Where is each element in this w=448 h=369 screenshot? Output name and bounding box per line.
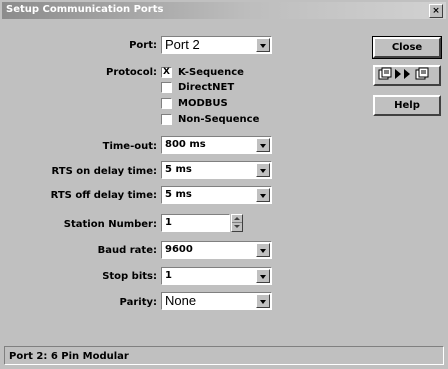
timeout-select-value: 800 ms [165,139,206,150]
chevron-down-icon[interactable] [256,188,270,202]
station-number-spinner[interactable] [231,214,243,232]
help-button[interactable]: Help [373,95,441,116]
rts-off-delay-value: 5 ms [165,189,192,200]
rts-off-delay-label: RTS off delay time: [50,190,157,201]
rts-on-delay-label: RTS on delay time: [51,166,157,177]
timeout-label: Time-out: [102,141,157,152]
port-select-value: Port 2 [165,37,200,52]
timeout-select[interactable]: 800 ms [161,136,272,154]
station-number-label: Station Number: [63,219,157,230]
protocol-label: Protocol: [105,67,157,78]
checkbox-directnet[interactable] [161,82,172,93]
stop-bits-select[interactable]: 1 [161,267,272,285]
chevron-down-icon[interactable] [256,163,270,177]
close-window-icon[interactable]: × [429,4,443,18]
setup-communication-ports-dialog: Setup Communication Ports × Port: Port 2… [0,0,448,369]
rts-on-delay-value: 5 ms [165,164,192,175]
station-number-input[interactable]: 1 [161,214,230,232]
chevron-down-icon[interactable] [256,38,270,52]
close-button[interactable]: Close [372,36,442,59]
copy-settings-button[interactable] [373,65,441,86]
window-title: Setup Communication Ports [6,4,164,15]
title-bar: Setup Communication Ports × [2,2,446,19]
chevron-down-icon[interactable] [256,294,270,308]
rts-off-delay-select[interactable]: 5 ms [161,186,272,204]
copy-port-icon [378,67,429,80]
chevron-down-icon[interactable] [256,138,270,152]
checkbox-non-sequence-label: Non-Sequence [178,114,260,125]
rts-on-delay-select[interactable]: 5 ms [161,161,272,179]
chevron-down-icon[interactable] [256,269,270,283]
checkbox-modbus[interactable] [161,98,172,109]
port-select[interactable]: Port 2 [161,36,272,54]
chevron-down-icon[interactable] [256,243,270,257]
checkbox-k-sequence[interactable]: X [161,67,172,78]
station-number-value: 1 [165,217,172,228]
arrow-down-icon[interactable] [234,225,240,228]
parity-select[interactable]: None [161,292,272,310]
status-text: Port 2: 6 Pin Modular [9,351,129,362]
baud-rate-select[interactable]: 9600 [161,241,272,259]
stop-bits-label: Stop bits: [102,271,157,282]
stop-bits-value: 1 [165,270,172,281]
port-label: Port: [129,40,157,51]
parity-label: Parity: [119,297,157,308]
arrow-up-icon[interactable] [234,217,240,220]
checkbox-k-sequence-label: K-Sequence [178,67,244,78]
checkbox-modbus-label: MODBUS [178,98,228,109]
checkbox-non-sequence[interactable] [161,114,172,125]
parity-value: None [165,293,197,308]
checkbox-directnet-label: DirectNET [178,82,235,93]
baud-rate-value: 9600 [165,244,193,255]
baud-rate-label: Baud rate: [97,245,157,256]
status-bar: Port 2: 6 Pin Modular [4,346,444,365]
